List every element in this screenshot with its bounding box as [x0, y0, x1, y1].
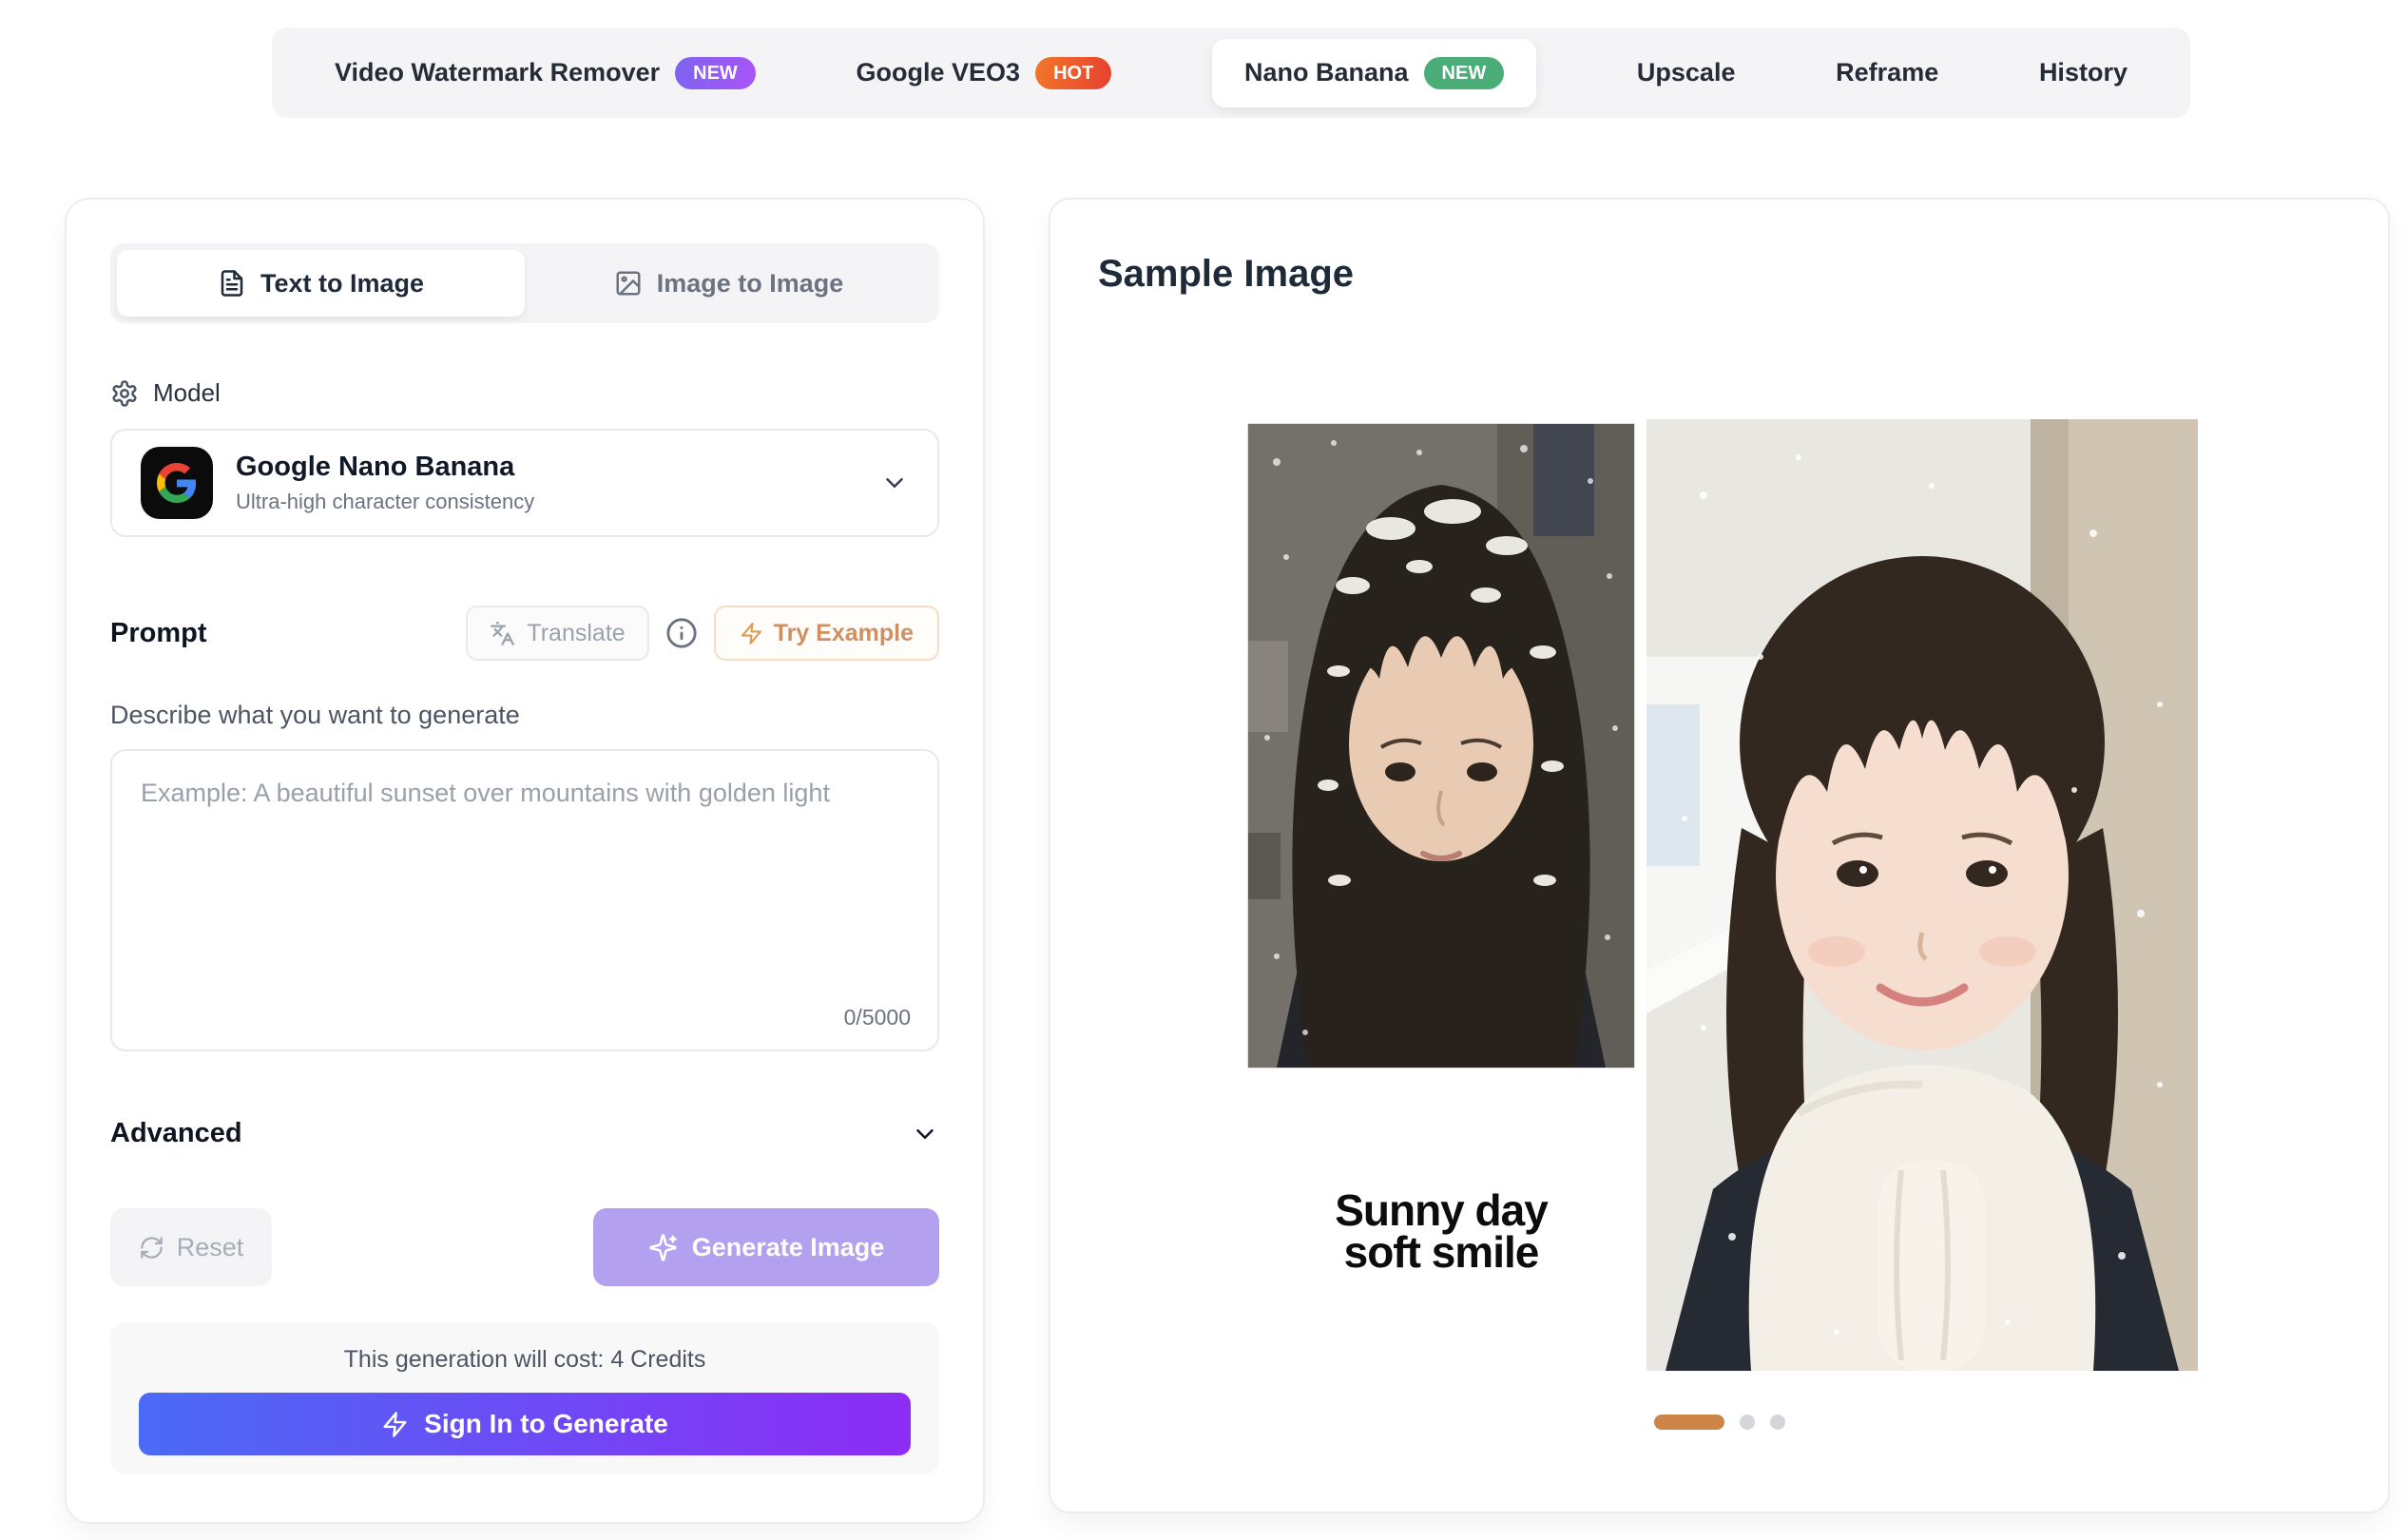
model-description: Ultra-high character consistency: [236, 490, 534, 514]
tab-label: Text to Image: [260, 269, 424, 298]
char-count: 0/5000: [844, 1005, 911, 1030]
nav-item-label: Video Watermark Remover: [335, 58, 660, 87]
nav-item-upscale[interactable]: Upscale: [1637, 58, 1736, 87]
nav-item-nano-banana[interactable]: Nano Banana NEW: [1212, 39, 1536, 107]
nav-item-google-veo3[interactable]: Google VEO3 HOT: [857, 57, 1112, 89]
nav-item-reframe[interactable]: Reframe: [1836, 58, 1938, 87]
nav-item-label: Google VEO3: [857, 58, 1021, 87]
prompt-actions: Translate Try Example: [466, 606, 939, 661]
file-text-icon: [218, 269, 246, 298]
chevron-down-icon: [911, 1120, 939, 1148]
nav-item-label: History: [2039, 58, 2128, 87]
nav-item-video-watermark-remover[interactable]: Video Watermark Remover NEW: [335, 57, 756, 89]
prompt-label: Prompt: [110, 618, 207, 649]
tab-text-to-image[interactable]: Text to Image: [117, 250, 525, 317]
nav-item-label: Reframe: [1836, 58, 1938, 87]
translate-label: Translate: [527, 620, 625, 647]
new-badge: NEW: [675, 57, 756, 89]
hot-badge: HOT: [1035, 57, 1111, 89]
cost-text: This generation will cost: 4 Credits: [139, 1346, 911, 1374]
generation-footer: This generation will cost: 4 Credits Sig…: [110, 1322, 939, 1474]
sparkles-icon: [648, 1233, 678, 1262]
sample-photo-smile-portrait: [1646, 419, 2198, 1371]
google-g-icon: [141, 447, 213, 519]
prompt-textarea-wrap: 0/5000: [110, 749, 939, 1051]
advanced-label: Advanced: [110, 1118, 242, 1149]
lightning-icon: [740, 622, 763, 645]
refresh-icon: [139, 1235, 164, 1261]
image-icon: [614, 269, 643, 298]
sign-in-button[interactable]: Sign In to Generate: [139, 1393, 911, 1455]
nav-item-label: Nano Banana: [1244, 58, 1409, 87]
generator-panel: Text to Image Image to Image Model: [65, 198, 985, 1524]
prompt-input[interactable]: [112, 751, 937, 1049]
carousel-dots: [1050, 1415, 2388, 1430]
try-example-label: Try Example: [774, 620, 914, 647]
sample-caption: Sunny day soft smile: [1210, 1190, 1672, 1273]
sample-title: Sample Image: [1098, 253, 1354, 296]
carousel-dot[interactable]: [1740, 1415, 1755, 1430]
snow-portrait-illustration: [1248, 424, 1634, 1068]
caption-line-1: Sunny day: [1210, 1190, 1672, 1232]
reset-button[interactable]: Reset: [110, 1208, 272, 1286]
translate-button[interactable]: Translate: [466, 606, 648, 661]
nav-item-history[interactable]: History: [2039, 58, 2128, 87]
model-select[interactable]: Google Nano Banana Ultra-high character …: [110, 429, 939, 537]
try-example-button[interactable]: Try Example: [714, 606, 939, 661]
reset-label: Reset: [177, 1233, 244, 1262]
top-nav: Video Watermark Remover NEW Google VEO3 …: [272, 28, 2190, 118]
model-info: Google Nano Banana Ultra-high character …: [236, 452, 534, 514]
smile-portrait-illustration: [1646, 419, 2198, 1371]
advanced-toggle[interactable]: Advanced: [110, 1118, 939, 1149]
languages-icon: [490, 621, 515, 646]
sample-panel: Sample Image: [1049, 198, 2390, 1513]
lightning-icon: [381, 1411, 409, 1438]
gear-icon: [110, 379, 139, 408]
mode-tabs: Text to Image Image to Image: [110, 243, 939, 323]
carousel-dot-active[interactable]: [1654, 1415, 1724, 1430]
chevron-down-icon: [880, 469, 909, 497]
sample-photo-snow-portrait: [1248, 424, 1634, 1068]
model-section-label: Model: [110, 378, 939, 408]
new-badge: NEW: [1424, 57, 1505, 89]
generate-image-button[interactable]: Generate Image: [593, 1208, 939, 1286]
tab-label: Image to Image: [657, 269, 844, 298]
prompt-field-label: Describe what you want to generate: [110, 701, 939, 730]
info-icon[interactable]: [665, 617, 698, 649]
caption-line-2: soft smile: [1210, 1232, 1672, 1274]
carousel-dot[interactable]: [1770, 1415, 1785, 1430]
sign-in-label: Sign In to Generate: [424, 1409, 668, 1439]
tab-image-to-image[interactable]: Image to Image: [525, 250, 933, 317]
model-name: Google Nano Banana: [236, 452, 534, 483]
generate-label: Generate Image: [692, 1233, 885, 1262]
nav-item-label: Upscale: [1637, 58, 1736, 87]
